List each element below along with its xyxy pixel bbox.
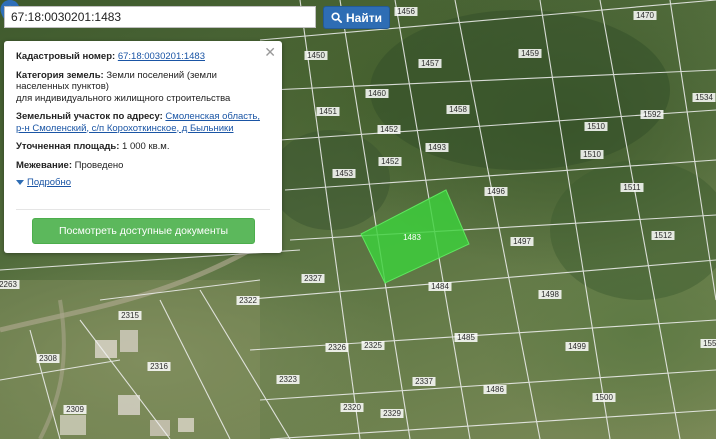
plot-number-label[interactable]: 1460 [368,89,386,98]
chevron-down-icon [16,180,24,185]
plot-number-label[interactable]: 2323 [279,375,297,384]
plot-number-label[interactable]: 1592 [643,110,661,119]
area-value: 1 000 кв.м. [122,141,170,152]
land-category-value-2: населенных пунктов) [16,81,109,92]
plot-number-label[interactable]: 1554 [703,339,716,348]
survey-value: Проведено [74,159,124,171]
plot-number-label[interactable]: 1470 [636,11,654,20]
land-category-value-1: Земли поселений (земли [106,69,217,81]
plot-number-label[interactable]: 1457 [421,59,439,68]
cadastral-number-row: Кадастровый номер: 67:18:0030201:1483 [16,51,270,63]
survey-row: Межевание: Проведено [16,160,270,172]
plot-number-label[interactable]: 2322 [239,296,257,305]
more-details-link[interactable]: Подробно [16,177,270,188]
plot-number-label[interactable]: 1453 [335,169,353,178]
land-category-value-3: для индивидуального жилищного строительс… [16,92,231,104]
view-documents-label: Посмотреть доступные документы [58,225,228,237]
plot-number-label[interactable]: 2316 [150,362,168,371]
plot-number-label[interactable]: 1511 [623,183,641,192]
plot-number-label[interactable]: 1512 [654,231,672,240]
plot-number-label[interactable]: 2309 [66,405,84,414]
plot-number-label[interactable]: 1458 [449,105,467,114]
address-label: Земельный участок по адресу: [16,111,163,122]
plot-number-label[interactable]: 1534 [695,93,713,102]
selected-parcel-label: 1483 [403,233,421,242]
cadastral-number-label: Кадастровый номер: [16,51,116,62]
plot-number-label[interactable]: 2308 [39,354,57,363]
area-row: Уточненная площадь: 1 000 кв.м. [16,141,270,153]
plot-number-label[interactable]: 1493 [428,143,446,152]
plot-number-label[interactable]: 2337 [415,377,433,386]
plot-number-label[interactable]: 2325 [364,341,382,350]
plot-number-label[interactable]: 1484 [431,282,449,291]
plot-number-label[interactable]: 1510 [583,150,601,159]
plot-number-label[interactable]: 1498 [541,290,559,299]
plot-number-label[interactable]: 1452 [381,157,399,166]
plot-number-label[interactable]: 1510 [587,122,605,131]
plot-number-label[interactable]: 2326 [328,343,346,352]
more-details-label: Подробно [27,177,71,188]
plot-number-label[interactable]: 1450 [307,51,325,60]
search-button[interactable]: Найти [323,6,390,29]
search-icon [331,12,342,23]
plot-number-label[interactable]: 1451 [319,107,337,116]
plot-number-label[interactable]: 2329 [383,409,401,418]
plot-number-label[interactable]: 1459 [521,49,539,58]
cadastral-search-input[interactable]: 67:18:0030201:1483 [4,6,316,28]
plot-number-label[interactable]: 1499 [568,342,586,351]
panel-divider [16,209,270,210]
close-icon[interactable]: ✕ [264,45,276,59]
land-category-row: Категория земель: Земли поселений (земли… [16,70,270,105]
plot-number-label[interactable]: 2320 [343,403,361,412]
plot-number-label[interactable]: 1485 [457,333,475,342]
plot-number-label[interactable]: 1486 [486,385,504,394]
land-category-label: Категория земель: [16,69,104,81]
parcel-info-panel: ✕ Кадастровый номер: 67:18:0030201:1483 … [4,41,282,253]
plot-number-label[interactable]: 1497 [513,237,531,246]
plot-number-label[interactable]: 1500 [595,393,613,402]
plot-number-label[interactable]: 2263 [0,280,17,289]
plot-number-label[interactable]: 1456 [397,7,415,16]
search-button-label: Найти [346,10,382,25]
address-row: Земельный участок по адресу: Смоленская … [16,111,270,134]
survey-label: Межевание: [16,159,72,171]
plot-number-label[interactable]: 1452 [380,125,398,134]
cadastral-number-link[interactable]: 67:18:0030201:1483 [118,51,205,62]
plot-number-label[interactable]: 2315 [121,311,139,320]
area-label: Уточненная площадь: [16,141,120,152]
plot-number-label[interactable]: 2327 [304,274,322,283]
view-documents-button[interactable]: Посмотреть доступные документы [32,218,255,244]
plot-number-label[interactable]: 1496 [487,187,505,196]
address-link-1[interactable]: Смоленская область, [165,111,260,122]
address-link-2[interactable]: р-н Смоленский, с/п Корохоткинское, д Бы… [16,123,234,134]
